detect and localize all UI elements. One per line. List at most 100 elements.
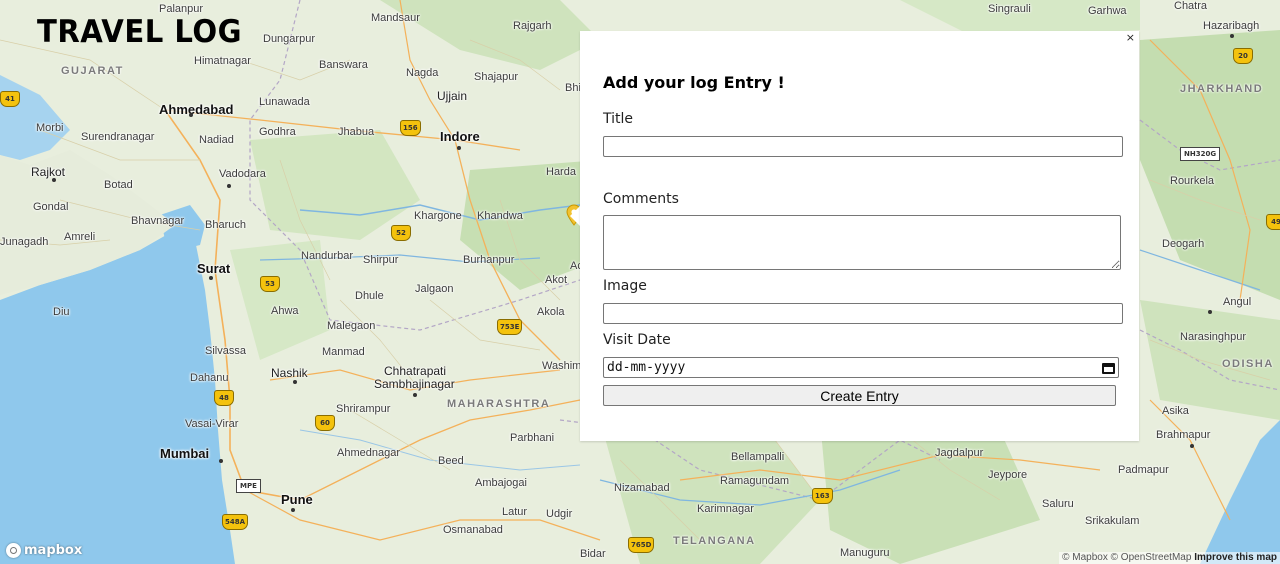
mapbox-logo[interactable]: mapbox — [6, 543, 82, 558]
city-label: Burhanpur — [463, 254, 515, 266]
region-label-maharashtra: MAHARASHTRA — [447, 398, 551, 410]
city-label: Udgir — [546, 508, 573, 520]
city-label: Chatra — [1174, 0, 1208, 12]
city-label: Ramagundam — [720, 475, 790, 487]
highway-shield: 20 — [1233, 48, 1253, 64]
city-label: Beed — [438, 455, 464, 467]
city-label: Bhavnagar — [131, 215, 185, 227]
city-label: Ahwa — [271, 305, 299, 317]
city-label: Surendranagar — [81, 131, 155, 143]
highway-shield: 156 — [400, 120, 421, 136]
city-dot — [227, 184, 231, 188]
city-label: Manmad — [322, 346, 365, 358]
city-label: Khandwa — [477, 210, 523, 222]
highway-shield: MPE — [236, 479, 261, 493]
city-label: Mumbai — [160, 446, 210, 461]
city-label: Bharuch — [205, 219, 246, 231]
city-label: Jagdalpur — [935, 447, 984, 459]
city-dot — [219, 459, 223, 463]
city-label: Himatnagar — [194, 55, 251, 67]
highway-shield: 52 — [391, 225, 411, 241]
city-label: Sambhajinagar — [374, 377, 455, 391]
region-label-odisha: ODISHA — [1222, 358, 1274, 370]
city-label: Bhi — [565, 82, 581, 94]
city-label: Padmapur — [1118, 464, 1169, 476]
city-label: Nandurbar — [301, 250, 353, 262]
city-label: Narasinghpur — [1180, 331, 1247, 343]
city-dot — [1190, 444, 1194, 448]
city-label: Rajgarh — [513, 20, 552, 32]
city-label: Brahmapur — [1156, 429, 1211, 441]
city-label: Indore — [440, 129, 480, 144]
city-label: Godhra — [259, 126, 296, 138]
city-label: Lunawada — [259, 96, 310, 108]
visit-date-input[interactable]: dd-mm-yyyy — [603, 357, 1119, 378]
city-label: Diu — [53, 306, 70, 318]
city-label: Banswara — [319, 59, 368, 71]
city-dot — [1208, 310, 1212, 314]
city-label: Asika — [1162, 405, 1189, 417]
city-label: Srikakulam — [1085, 515, 1140, 527]
city-dot — [209, 276, 213, 280]
comments-label: Comments — [603, 191, 679, 207]
city-label: Dhule — [355, 290, 384, 302]
city-label: Hazaribagh — [1203, 20, 1260, 32]
attribution-mapbox-link[interactable]: © Mapbox — [1062, 552, 1108, 563]
highway-shield: 48 — [214, 390, 234, 406]
calendar-icon[interactable] — [1102, 361, 1115, 374]
city-label: Saluru — [1042, 498, 1074, 510]
city-dot — [291, 508, 295, 512]
visit-date-label: Visit Date — [603, 332, 671, 348]
region-label-telangana: TELANGANA — [673, 535, 756, 547]
city-label: Dahanu — [190, 372, 229, 384]
city-label: Malegaon — [327, 320, 376, 332]
title-input[interactable] — [603, 136, 1123, 157]
city-label: Morbi — [36, 122, 64, 134]
highway-shield: 163 — [812, 488, 833, 504]
city-label: Parbhani — [510, 432, 555, 444]
map-attribution: © Mapbox © OpenStreetMap Improve this ma… — [1059, 552, 1280, 564]
region-label-jharkhand: JHARKHAND — [1180, 83, 1264, 95]
image-url-input[interactable] — [603, 303, 1123, 324]
close-popup-button[interactable]: × — [1126, 32, 1135, 44]
highway-shield: 53 — [260, 276, 280, 292]
city-label: Karimnagar — [697, 503, 754, 515]
city-label: Garhwa — [1088, 5, 1127, 17]
city-label: Ambajogai — [475, 477, 527, 489]
city-label: Jeypore — [988, 469, 1028, 481]
city-label: Vadodara — [219, 168, 266, 180]
city-label: Gondal — [33, 201, 69, 213]
attribution-osm-link[interactable]: © OpenStreetMap — [1111, 552, 1192, 563]
city-dot — [52, 178, 56, 182]
city-label: Manuguru — [840, 547, 890, 559]
city-label: Akot — [545, 274, 568, 286]
city-label: Nizamabad — [614, 482, 670, 494]
highway-shield: 60 — [315, 415, 335, 431]
city-label: Amreli — [64, 231, 96, 243]
city-label: Rajkot — [31, 165, 66, 179]
comments-textarea[interactable] — [603, 215, 1121, 270]
city-label: Nagda — [406, 67, 439, 79]
city-label: Nashik — [271, 366, 308, 380]
city-label: Ahmednagar — [337, 447, 400, 459]
city-dot — [189, 113, 193, 117]
mapbox-logo-icon — [6, 543, 21, 558]
city-label: Ujjain — [437, 89, 468, 103]
city-dot — [293, 380, 297, 384]
city-label: Ahmedabad — [159, 102, 234, 117]
city-label: Pune — [281, 492, 313, 507]
city-label: Chhatrapati — [384, 364, 447, 378]
app-title: TRAVEL LOG — [37, 14, 242, 50]
create-entry-button[interactable]: Create Entry — [603, 385, 1116, 406]
city-label: Singrauli — [988, 3, 1031, 15]
city-dot — [457, 146, 461, 150]
city-label: Botad — [104, 179, 133, 191]
city-label: Silvassa — [205, 345, 246, 357]
city-label: Khargone — [414, 210, 462, 222]
image-label: Image — [603, 278, 647, 294]
improve-map-link[interactable]: Improve this map — [1194, 552, 1277, 563]
city-dot — [413, 393, 417, 397]
form-heading: Add your log Entry ! — [603, 73, 785, 92]
city-label: Shajapur — [474, 71, 519, 83]
city-label: Bellampalli — [731, 451, 785, 463]
